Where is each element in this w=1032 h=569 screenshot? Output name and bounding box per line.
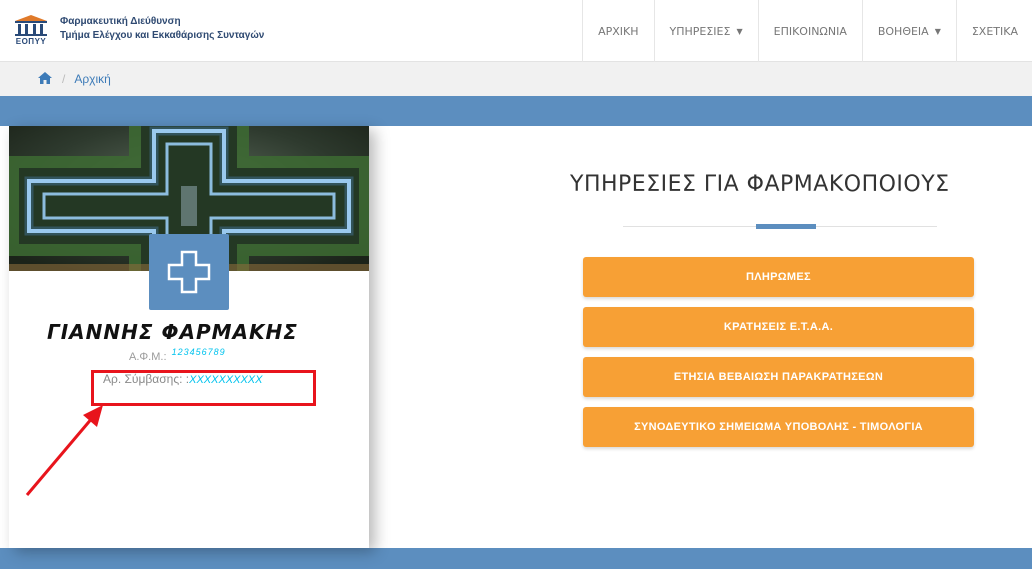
afm-label: Α.Φ.Μ.: (129, 351, 167, 363)
top-navbar: ΕΟΠΥΥ Φαρμακευτική Διεύθυνση Τμήμα Ελέγχ… (0, 0, 1032, 62)
services-title: ΥΠΗΡΕΣΙΕΣ ΓΙΑ ΦΑΡΜΑΚΟΠΟΙΟΥΣ (570, 172, 950, 197)
breadcrumb-current[interactable]: Αρχική (74, 72, 110, 86)
eopyy-logo-icon: ΕΟΠΥΥ (12, 14, 50, 46)
header-band (0, 96, 1032, 126)
nav-about-label: ΣΧΕΤΙΚΑ (971, 24, 1018, 38)
nav-help-dropdown[interactable]: ΒΟΗΘΕΙΑ ▼ (861, 0, 956, 62)
main-nav: ΑΡΧΙΚΗ ΥΠΗΡΕΣΙΕΣ ▼ ΕΠΙΚΟΙΝΩΝΙΑ ΒΟΗΘΕΙΑ ▼… (582, 0, 1032, 62)
logo-text: ΕΟΠΥΥ (15, 37, 47, 46)
footer-band (0, 548, 1032, 569)
nav-contact-label: ΕΠΙΚΟΙΝΩΝΙΑ (773, 24, 847, 38)
caret-down-icon: ▼ (736, 26, 743, 36)
breadcrumb: / Αρχική (0, 62, 1032, 96)
breadcrumb-separator: / (62, 72, 66, 86)
contract-highlight-box (91, 370, 316, 406)
brand-title: Φαρμακευτική Διεύθυνση (60, 16, 181, 27)
afm-value: 123456789 (171, 347, 226, 357)
nav-about[interactable]: ΣΧΕΤΙΚΑ (955, 0, 1032, 62)
etaa-deductions-button[interactable]: ΚΡΑΤΗΣΕΙΣ Ε.Τ.Α.Α. (583, 307, 974, 347)
pharmacy-plus-badge (149, 234, 229, 310)
afm-row: Α.Φ.Μ.: 123456789 (129, 347, 226, 363)
title-accent-bar (756, 224, 816, 229)
nav-services-label: ΥΠΗΡΕΣΙΕΣ (669, 24, 731, 38)
nav-contact[interactable]: ΕΠΙΚΟΙΝΩΝΙΑ (757, 0, 862, 62)
annual-withholding-certificate-button[interactable]: ΕΤΗΣΙΑ ΒΕΒΑΙΩΣΗ ΠΑΡΑΚΡΑΤΗΣΕΩΝ (583, 357, 974, 397)
nav-services-dropdown[interactable]: ΥΠΗΡΕΣΙΕΣ ▼ (653, 0, 758, 62)
user-name: ΓΙΑΝΝΗΣ ΦΑΡΜΑΚΗΣ (47, 320, 298, 344)
nav-help-label: ΒΟΗΘΕΙΑ (877, 24, 929, 38)
submission-note-invoices-button[interactable]: ΣΥΝΟΔΕΥΤΙΚΟ ΣΗΜΕΙΩΜΑ ΥΠΟΒΟΛΗΣ - ΤΙΜΟΛΟΓΙ… (583, 407, 974, 447)
home-icon[interactable] (38, 71, 52, 87)
plus-icon (167, 250, 211, 294)
brand[interactable]: ΕΟΠΥΥ Φαρμακευτική Διεύθυνση Τμήμα Ελέγχ… (12, 14, 264, 46)
columns-logo-icon (15, 15, 47, 36)
profile-card: ΓΙΑΝΝΗΣ ΦΑΡΜΑΚΗΣ Α.Φ.Μ.: 123456789 Αρ. Σ… (9, 126, 369, 548)
annotation-arrow-icon (25, 405, 103, 496)
caret-down-icon: ▼ (934, 26, 941, 36)
nav-home[interactable]: ΑΡΧΙΚΗ (582, 0, 653, 62)
payments-button[interactable]: ΠΛΗΡΩΜΕΣ (583, 257, 974, 297)
brand-subtitle: Τμήμα Ελέγχου και Εκκαθάρισης Συνταγών (60, 30, 265, 41)
nav-home-label: ΑΡΧΙΚΗ (598, 24, 639, 38)
